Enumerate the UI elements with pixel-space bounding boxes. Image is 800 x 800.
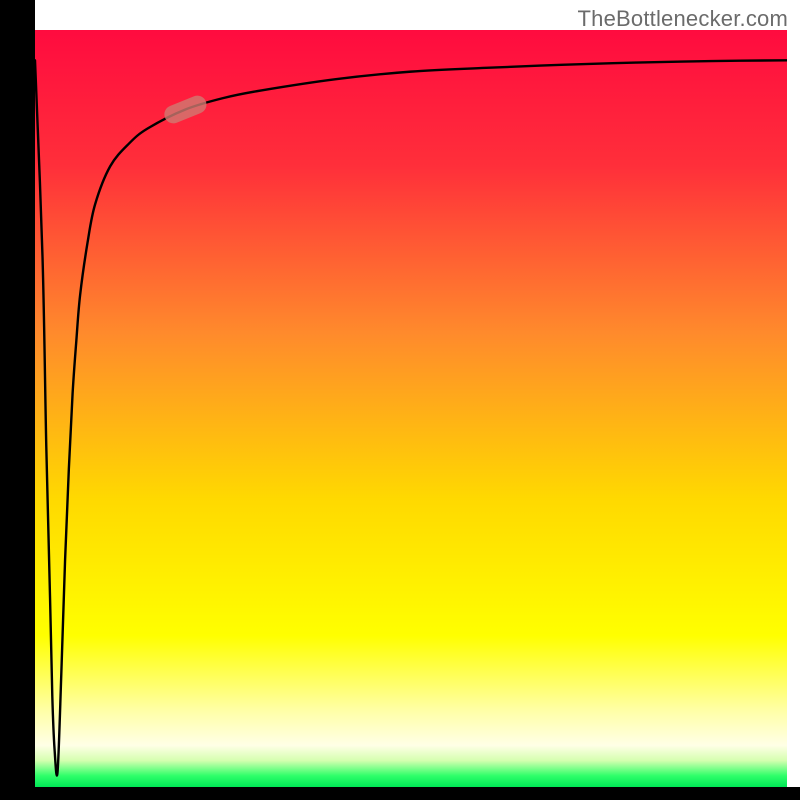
x-axis — [0, 787, 800, 800]
y-axis — [0, 0, 35, 800]
plot-background — [35, 30, 787, 787]
chart-stage: TheBottlenecker.com — [0, 0, 800, 800]
attribution-text: TheBottlenecker.com — [578, 6, 788, 32]
bottleneck-chart — [0, 0, 800, 800]
